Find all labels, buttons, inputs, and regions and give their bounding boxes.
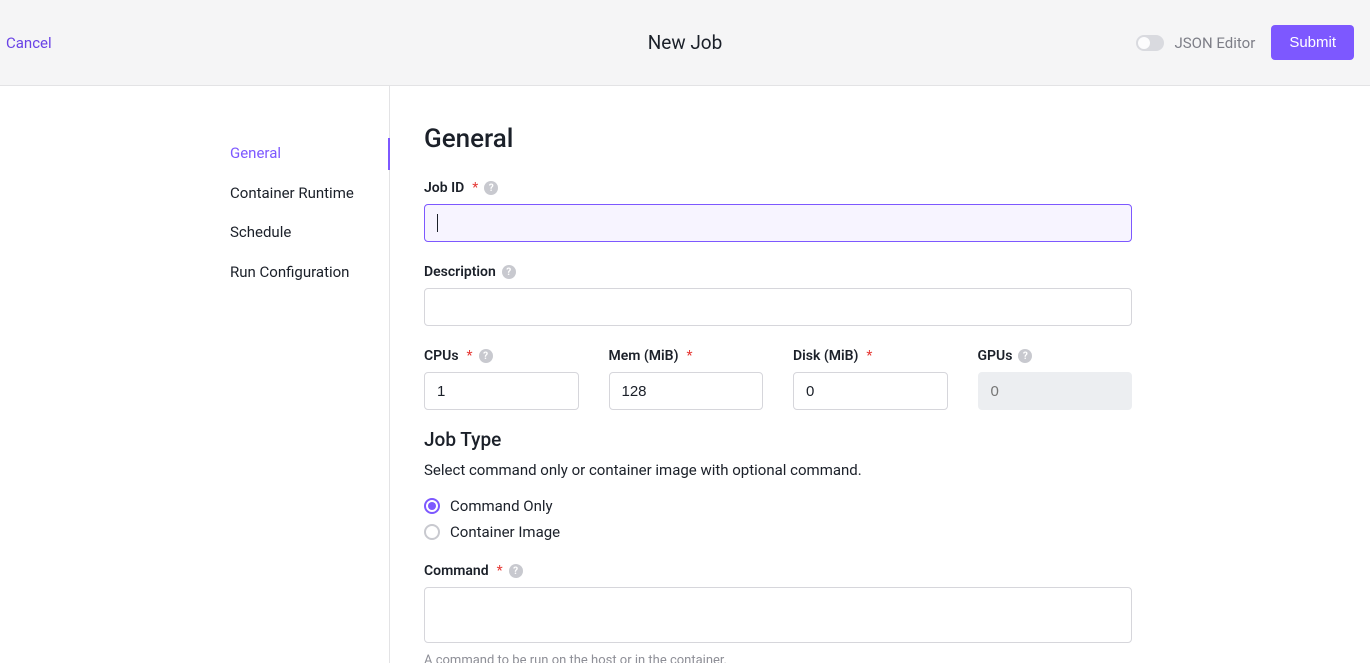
job-type-description: Select command only or container image w… — [424, 461, 1336, 479]
cancel-button[interactable]: Cancel — [6, 28, 52, 58]
sidebar-item-general[interactable]: General — [230, 136, 389, 172]
radio-icon — [424, 524, 440, 540]
command-input[interactable] — [424, 587, 1132, 643]
help-icon[interactable]: ? — [1018, 349, 1032, 363]
sidebar-item-schedule[interactable]: Schedule — [230, 215, 389, 251]
help-icon[interactable]: ? — [502, 265, 516, 279]
sidebar-item-label: Schedule — [230, 223, 291, 241]
main-content: General Job ID * ? Description ? CPUs — [390, 86, 1370, 663]
gpus-label: GPUs — [978, 348, 1013, 364]
help-icon[interactable]: ? — [484, 181, 498, 195]
submit-button[interactable]: Submit — [1271, 25, 1354, 60]
job-id-input[interactable] — [424, 204, 1132, 242]
sidebar-item-container-runtime[interactable]: Container Runtime — [230, 176, 389, 212]
help-icon[interactable]: ? — [509, 564, 523, 578]
required-marker: * — [686, 348, 692, 364]
command-hint: A command to be run on the host or in th… — [424, 653, 1132, 663]
sidebar: General Container Runtime Schedule Run C… — [0, 86, 390, 663]
command-label: Command — [424, 563, 489, 579]
sidebar-item-label: Run Configuration — [230, 263, 349, 281]
sidebar-item-label: Container Runtime — [230, 184, 354, 202]
header-bar: Cancel New Job JSON Editor Submit — [0, 0, 1370, 86]
required-marker: * — [467, 348, 473, 364]
radio-container-image[interactable]: Container Image — [424, 523, 1336, 541]
json-editor-toggle[interactable] — [1136, 35, 1164, 51]
radio-command-only[interactable]: Command Only — [424, 497, 1336, 515]
page-title: New Job — [648, 31, 723, 54]
gpus-input — [978, 372, 1133, 410]
section-heading: General — [424, 124, 1336, 154]
description-label: Description — [424, 264, 496, 280]
radio-icon — [424, 498, 440, 514]
disk-label: Disk (MiB) — [793, 348, 858, 364]
sidebar-item-run-configuration[interactable]: Run Configuration — [230, 255, 389, 291]
job-type-heading: Job Type — [424, 428, 1336, 451]
required-marker: * — [472, 180, 478, 196]
cpus-input[interactable] — [424, 372, 579, 410]
required-marker: * — [497, 563, 503, 579]
required-marker: * — [866, 348, 872, 364]
radio-label: Container Image — [450, 523, 560, 541]
sidebar-item-label: General — [230, 144, 281, 162]
radio-label: Command Only — [450, 497, 553, 515]
help-icon[interactable]: ? — [479, 349, 493, 363]
disk-input[interactable] — [793, 372, 948, 410]
text-cursor — [437, 214, 438, 232]
cpus-label: CPUs — [424, 348, 459, 364]
mem-label: Mem (MiB) — [609, 348, 679, 364]
description-input[interactable] — [424, 288, 1132, 326]
job-id-label: Job ID — [424, 180, 464, 196]
json-editor-label: JSON Editor — [1174, 34, 1255, 52]
mem-input[interactable] — [609, 372, 764, 410]
